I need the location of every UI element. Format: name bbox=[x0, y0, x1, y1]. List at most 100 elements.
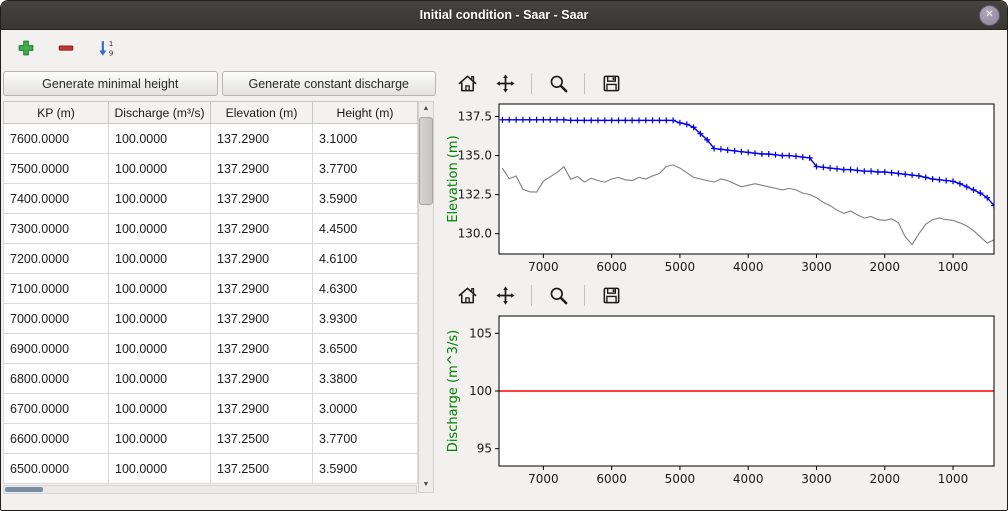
table-cell[interactable]: 100.0000 bbox=[109, 244, 211, 274]
table-row: 6900.0000100.0000137.29003.6500 bbox=[4, 334, 418, 364]
table-cell[interactable]: 7400.0000 bbox=[4, 184, 109, 214]
table-cell[interactable]: 137.2900 bbox=[211, 154, 313, 184]
table-cell[interactable]: 137.2900 bbox=[211, 184, 313, 214]
vscroll-thumb[interactable] bbox=[419, 117, 433, 205]
svg-text:1000: 1000 bbox=[938, 472, 969, 486]
table-cell[interactable]: 137.2900 bbox=[211, 244, 313, 274]
close-button[interactable]: ✕ bbox=[979, 5, 1000, 26]
table-row: 7000.0000100.0000137.29003.9300 bbox=[4, 304, 418, 334]
table-cell[interactable]: 7000.0000 bbox=[4, 304, 109, 334]
elevation-home-button[interactable] bbox=[452, 70, 482, 96]
table-cell[interactable]: 137.2500 bbox=[211, 424, 313, 454]
add-row-button[interactable] bbox=[13, 35, 39, 61]
elevation-plot[interactable]: 130.0132.5135.0137.570006000500040003000… bbox=[444, 98, 1000, 280]
svg-text:Discharge (m^3/s): Discharge (m^3/s) bbox=[446, 330, 461, 452]
generate-minimal-height-button[interactable]: Generate minimal height bbox=[3, 71, 218, 96]
window-title: Initial condition - Saar - Saar bbox=[420, 8, 589, 22]
table-cell[interactable]: 6500.0000 bbox=[4, 454, 109, 484]
column-header[interactable]: Height (m) bbox=[313, 102, 418, 124]
table-cell[interactable]: 100.0000 bbox=[109, 274, 211, 304]
table-cell[interactable]: 100.0000 bbox=[109, 334, 211, 364]
titlebar[interactable]: Initial condition - Saar - Saar ✕ bbox=[1, 1, 1007, 30]
toolbar-separator bbox=[531, 73, 532, 94]
table-cell[interactable]: 100.0000 bbox=[109, 364, 211, 394]
table-cell[interactable]: 7300.0000 bbox=[4, 214, 109, 244]
save-icon bbox=[601, 73, 622, 94]
elevation-pan-button[interactable] bbox=[490, 70, 520, 96]
table-cell[interactable]: 100.0000 bbox=[109, 184, 211, 214]
table-cell[interactable]: 137.2900 bbox=[211, 274, 313, 304]
home-icon bbox=[457, 73, 478, 94]
svg-text:7000: 7000 bbox=[528, 260, 559, 274]
table-vscrollbar[interactable]: ▲ ▼ bbox=[418, 101, 434, 493]
discharge-home-button[interactable] bbox=[452, 282, 482, 308]
table-cell[interactable]: 4.6100 bbox=[313, 244, 418, 274]
table-hscrollbar[interactable] bbox=[3, 485, 417, 494]
table-cell[interactable]: 3.7700 bbox=[313, 424, 418, 454]
svg-text:4000: 4000 bbox=[733, 260, 764, 274]
column-header[interactable]: Elevation (m) bbox=[211, 102, 313, 124]
table-cell[interactable]: 6700.0000 bbox=[4, 394, 109, 424]
table-cell[interactable]: 137.2900 bbox=[211, 334, 313, 364]
table-cell[interactable]: 7100.0000 bbox=[4, 274, 109, 304]
table-cell[interactable]: 100.0000 bbox=[109, 304, 211, 334]
table-cell[interactable]: 100.0000 bbox=[109, 394, 211, 424]
zoom-icon bbox=[548, 73, 569, 94]
elevation-zoom-button[interactable] bbox=[543, 70, 573, 96]
hscroll-thumb[interactable] bbox=[5, 487, 43, 492]
column-header[interactable]: KP (m) bbox=[4, 102, 109, 124]
table-cell[interactable]: 137.2900 bbox=[211, 304, 313, 334]
table-row: 7200.0000100.0000137.29004.6100 bbox=[4, 244, 418, 274]
table-wrap: KP (m)Discharge (m³/s)Elevation (m)Heigh… bbox=[3, 101, 436, 494]
svg-text:2000: 2000 bbox=[869, 260, 900, 274]
table-cell[interactable]: 3.5900 bbox=[313, 184, 418, 214]
table-cell[interactable]: 6800.0000 bbox=[4, 364, 109, 394]
table-cell[interactable]: 6900.0000 bbox=[4, 334, 109, 364]
table-cell[interactable]: 100.0000 bbox=[109, 154, 211, 184]
table-cell[interactable]: 137.2900 bbox=[211, 214, 313, 244]
generate-constant-discharge-button[interactable]: Generate constant discharge bbox=[222, 71, 437, 96]
table-cell[interactable]: 100.0000 bbox=[109, 124, 211, 154]
table-cell[interactable]: 7500.0000 bbox=[4, 154, 109, 184]
table-cell[interactable]: 7200.0000 bbox=[4, 244, 109, 274]
zoom-icon bbox=[548, 285, 569, 306]
table-cell[interactable]: 4.4500 bbox=[313, 214, 418, 244]
table-cell[interactable]: 3.5900 bbox=[313, 454, 418, 484]
table-cell[interactable]: 7600.0000 bbox=[4, 124, 109, 154]
table-cell[interactable]: 4.6300 bbox=[313, 274, 418, 304]
svg-text:7000: 7000 bbox=[528, 472, 559, 486]
table-cell[interactable]: 100.0000 bbox=[109, 424, 211, 454]
table-cell[interactable]: 6600.0000 bbox=[4, 424, 109, 454]
discharge-plot[interactable]: 951001057000600050004000300020001000Disc… bbox=[444, 310, 1000, 492]
remove-row-button[interactable] bbox=[53, 35, 79, 61]
svg-text:130.0: 130.0 bbox=[458, 227, 492, 241]
table-cell[interactable]: 137.2900 bbox=[211, 364, 313, 394]
minus-icon bbox=[56, 38, 76, 58]
discharge-pan-button[interactable] bbox=[490, 282, 520, 308]
table-cell[interactable]: 3.3800 bbox=[313, 364, 418, 394]
table-cell[interactable]: 3.9300 bbox=[313, 304, 418, 334]
table-cell[interactable]: 100.0000 bbox=[109, 454, 211, 484]
discharge-zoom-button[interactable] bbox=[543, 282, 573, 308]
table-cell[interactable]: 3.7700 bbox=[313, 154, 418, 184]
table-cell[interactable]: 137.2900 bbox=[211, 394, 313, 424]
elevation-save-button[interactable] bbox=[596, 70, 626, 96]
table-cell[interactable]: 3.6500 bbox=[313, 334, 418, 364]
table-cell[interactable]: 137.2500 bbox=[211, 454, 313, 484]
svg-text:135.0: 135.0 bbox=[458, 149, 492, 163]
table-row: 6600.0000100.0000137.25003.7700 bbox=[4, 424, 418, 454]
svg-text:Elevation (m): Elevation (m) bbox=[446, 135, 461, 222]
scroll-up-icon[interactable]: ▲ bbox=[419, 102, 433, 116]
table-cell[interactable]: 137.2900 bbox=[211, 124, 313, 154]
scroll-down-icon[interactable]: ▼ bbox=[419, 478, 433, 492]
main-toolbar: 1 9 bbox=[1, 30, 1007, 66]
svg-text:105: 105 bbox=[469, 326, 492, 340]
table-cell[interactable]: 3.0000 bbox=[313, 394, 418, 424]
column-header[interactable]: Discharge (m³/s) bbox=[109, 102, 211, 124]
table-cell[interactable]: 100.0000 bbox=[109, 214, 211, 244]
table-row: 6500.0000100.0000137.25003.5900 bbox=[4, 454, 418, 484]
sort-button[interactable]: 1 9 bbox=[93, 35, 119, 61]
table-cell[interactable]: 3.1000 bbox=[313, 124, 418, 154]
svg-text:100: 100 bbox=[469, 384, 492, 398]
discharge-save-button[interactable] bbox=[596, 282, 626, 308]
